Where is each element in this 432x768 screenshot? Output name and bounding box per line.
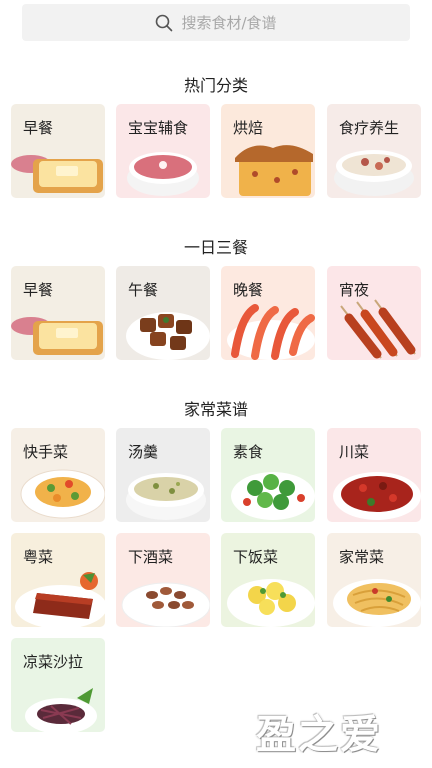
category-card-quick-dish[interactable]: 快手菜 bbox=[11, 428, 105, 522]
category-label: 宵夜 bbox=[339, 281, 370, 299]
category-card-breakfast[interactable]: 早餐 bbox=[11, 266, 105, 360]
category-label: 下饭菜 bbox=[233, 548, 279, 566]
category-label: 素食 bbox=[233, 443, 264, 461]
category-label: 粤菜 bbox=[23, 548, 54, 566]
search-bar[interactable]: 搜索食材/食谱 bbox=[22, 4, 410, 41]
category-card-late-night[interactable]: 宵夜 bbox=[327, 266, 421, 360]
category-label: 川菜 bbox=[339, 443, 370, 461]
category-label: 食疗养生 bbox=[339, 119, 400, 137]
category-label: 烘焙 bbox=[233, 119, 264, 137]
category-card-sichuan[interactable]: 川菜 bbox=[327, 428, 421, 522]
category-card-baking[interactable]: 烘焙 bbox=[221, 104, 315, 198]
section-title-home-recipes: 家常菜谱 bbox=[183, 400, 248, 419]
category-label: 宝宝辅食 bbox=[128, 119, 189, 137]
category-label: 早餐 bbox=[23, 119, 54, 137]
category-label: 晚餐 bbox=[233, 281, 264, 299]
category-card-vegetarian[interactable]: 素食 bbox=[221, 428, 315, 522]
category-card-rice-dish[interactable]: 下饭菜 bbox=[221, 533, 315, 627]
category-card-baby-food[interactable]: 宝宝辅食 bbox=[116, 104, 210, 198]
category-card-dinner[interactable]: 晚餐 bbox=[221, 266, 315, 360]
category-card-soup[interactable]: 汤羹 bbox=[116, 428, 210, 522]
category-label: 午餐 bbox=[128, 281, 159, 299]
section-title-three-meals: 一日三餐 bbox=[183, 238, 248, 257]
search-icon bbox=[156, 14, 173, 31]
category-label: 家常菜 bbox=[339, 548, 385, 566]
category-label: 快手菜 bbox=[23, 443, 69, 461]
category-label: 下酒菜 bbox=[128, 548, 174, 566]
search-placeholder: 搜索食材/食谱 bbox=[181, 14, 277, 32]
watermark: 盈之爱 bbox=[256, 712, 382, 758]
category-card-lunch[interactable]: 午餐 bbox=[116, 266, 210, 360]
section-title-hot: 热门分类 bbox=[183, 76, 248, 95]
category-card-cantonese[interactable]: 粤菜 bbox=[11, 533, 105, 627]
category-card-therapy-food[interactable]: 食疗养生 bbox=[327, 104, 421, 198]
category-card-cold-salad[interactable]: 凉菜沙拉 bbox=[11, 638, 105, 732]
category-card-bar-snacks[interactable]: 下酒菜 bbox=[116, 533, 210, 627]
category-label: 汤羹 bbox=[128, 443, 159, 461]
category-card-home-style[interactable]: 家常菜 bbox=[327, 533, 421, 627]
category-label: 早餐 bbox=[23, 281, 54, 299]
category-card-breakfast[interactable]: 早餐 bbox=[11, 104, 105, 198]
category-label: 凉菜沙拉 bbox=[23, 653, 84, 671]
